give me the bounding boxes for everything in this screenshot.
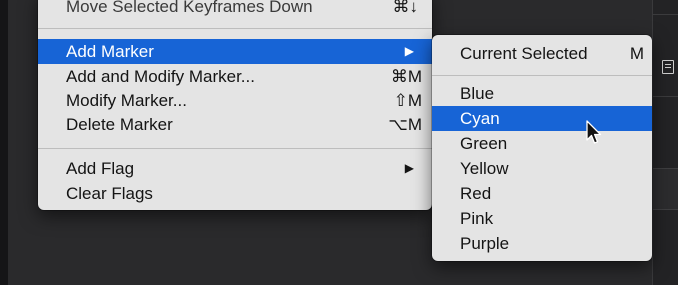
submenu-item-cyan[interactable]: Cyan bbox=[432, 106, 652, 131]
submenu-item-green[interactable]: Green bbox=[432, 131, 652, 156]
submenu-item-red[interactable]: Red bbox=[432, 181, 652, 206]
right-panel-divider bbox=[652, 96, 678, 97]
menu-item-label: Blue bbox=[460, 84, 495, 103]
submenu-item-blue[interactable]: Blue bbox=[432, 81, 652, 106]
menu-item-shortcut: ⌥M bbox=[388, 115, 422, 134]
menu-item-shortcut: ⇧M bbox=[393, 91, 422, 110]
menu-item-move-keyframes-down[interactable]: Move Selected Keyframes Down ⌘↓ bbox=[38, 0, 432, 19]
submenu-arrow-icon: ▶ bbox=[404, 161, 414, 175]
menu-item-label: Red bbox=[460, 184, 492, 203]
window-edge bbox=[0, 0, 8, 285]
menu-item-label: Current Selected bbox=[460, 44, 588, 63]
menu-item-label: Delete Marker bbox=[66, 115, 173, 134]
menu-item-label: Modify Marker... bbox=[66, 91, 187, 110]
menu-item-add-and-modify-marker[interactable]: Add and Modify Marker... ⌘M bbox=[38, 64, 432, 89]
menu-separator bbox=[38, 148, 432, 149]
submenu-item-current-selected[interactable]: Current Selected M bbox=[432, 41, 652, 66]
menu-separator bbox=[432, 75, 652, 76]
menu-item-label: Yellow bbox=[460, 159, 509, 178]
arrow-cursor-icon bbox=[586, 120, 602, 144]
menu-item-clear-flags[interactable]: Clear Flags bbox=[38, 181, 432, 206]
menu-separator bbox=[38, 28, 432, 29]
submenu-arrow-icon: ▶ bbox=[404, 44, 414, 58]
menu-item-shortcut: ⌘↓ bbox=[392, 0, 419, 16]
menu-item-label: Clear Flags bbox=[66, 184, 153, 203]
menu-item-delete-marker[interactable]: Delete Marker ⌥M bbox=[38, 112, 432, 137]
right-side-panel bbox=[652, 0, 678, 285]
menu-item-label: Add and Modify Marker... bbox=[66, 67, 255, 86]
menu-item-shortcut: M bbox=[629, 44, 644, 63]
marker-color-submenu: Current Selected M Blue Cyan Green Yello… bbox=[432, 35, 652, 261]
menu-item-label: Cyan bbox=[460, 109, 500, 128]
menu-item-add-marker[interactable]: Add Marker ▶ bbox=[38, 39, 432, 64]
submenu-item-yellow[interactable]: Yellow bbox=[432, 156, 652, 181]
submenu-item-pink[interactable]: Pink bbox=[432, 206, 652, 231]
menu-item-modify-marker[interactable]: Modify Marker... ⇧M bbox=[38, 88, 432, 113]
right-panel-divider bbox=[652, 14, 678, 15]
menu-item-label: Add Flag bbox=[66, 159, 135, 178]
menu-item-add-flag[interactable]: Add Flag ▶ bbox=[38, 156, 432, 181]
menu-item-shortcut: ⌘M bbox=[390, 67, 422, 86]
menu-item-label: Pink bbox=[460, 209, 494, 228]
context-menu: Move Selected Keyframes Down ⌘↓ Add Mark… bbox=[38, 0, 432, 210]
menu-item-label: Add Marker bbox=[66, 42, 154, 61]
panel-icon[interactable] bbox=[662, 60, 674, 74]
menu-item-label: Move Selected Keyframes Down bbox=[66, 0, 313, 16]
submenu-item-purple[interactable]: Purple bbox=[432, 231, 652, 256]
right-panel-row[interactable] bbox=[653, 168, 678, 210]
menu-item-label: Purple bbox=[460, 234, 510, 253]
menu-item-label: Green bbox=[460, 134, 508, 153]
